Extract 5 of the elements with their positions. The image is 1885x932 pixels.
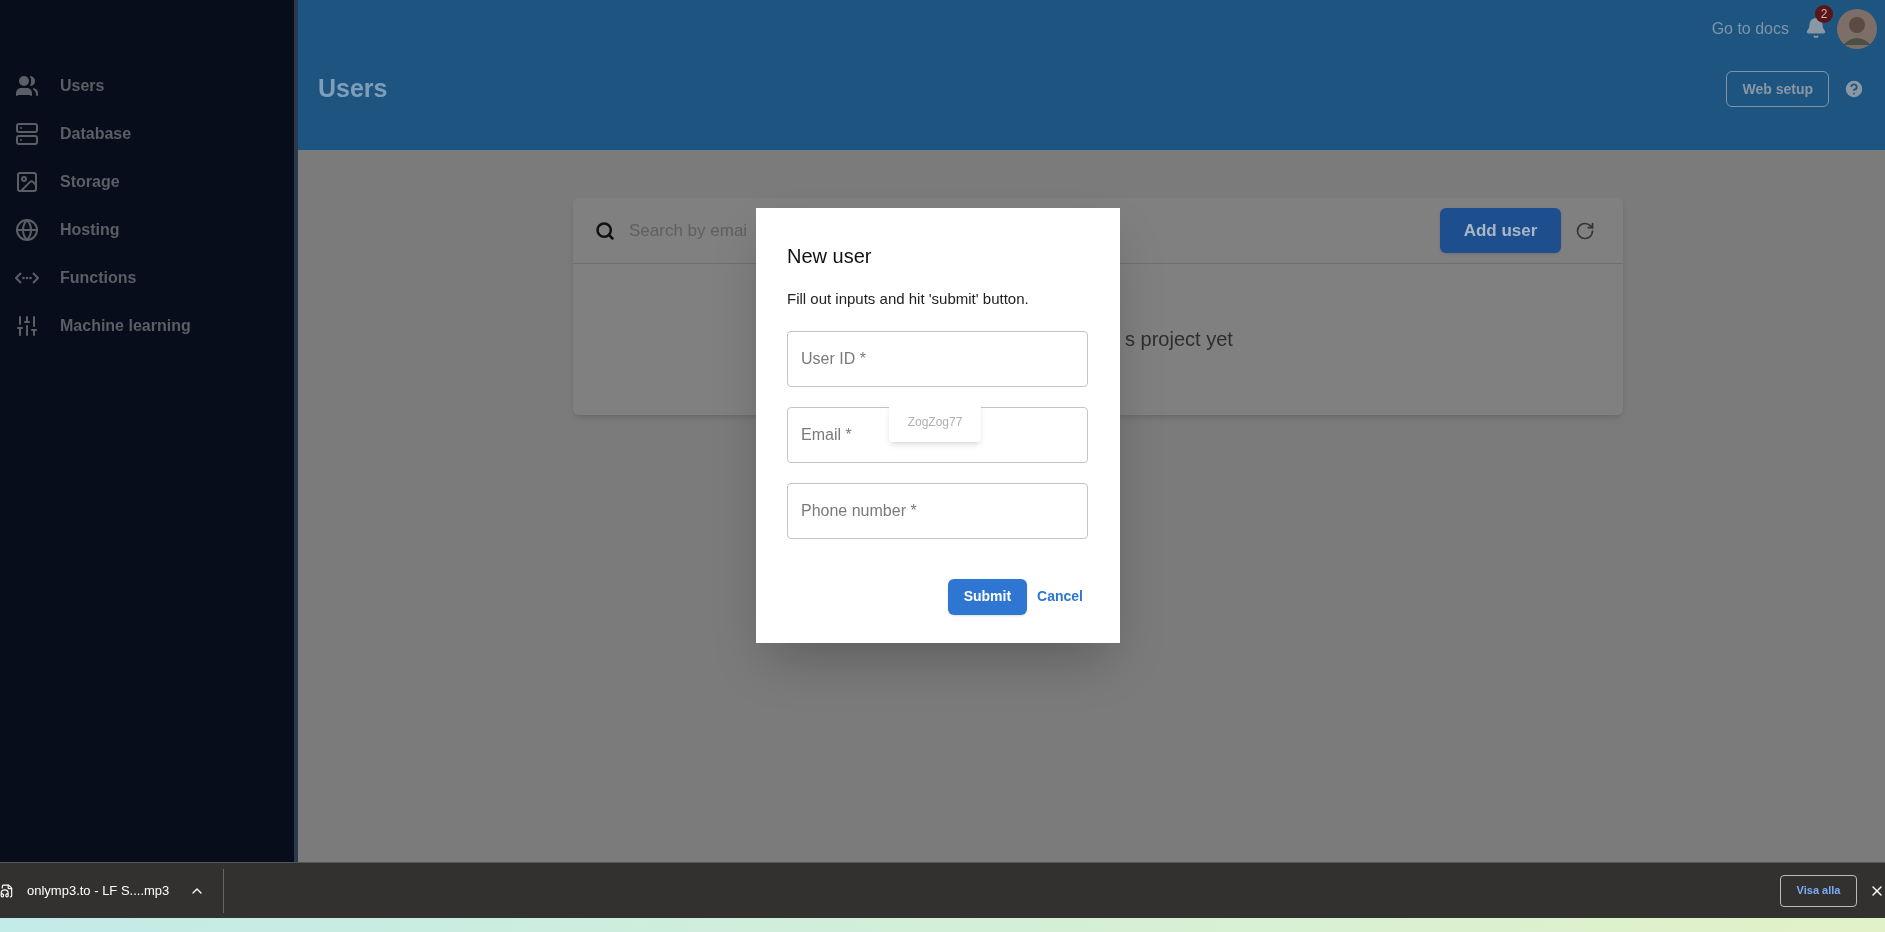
notification-badge: 2	[1815, 5, 1833, 23]
empty-message: s project yet	[1125, 328, 1233, 350]
dialog-description: Fill out inputs and hit 'submit' button.	[787, 289, 1030, 309]
page-title: Users	[318, 73, 388, 105]
dialog-title: New user	[787, 244, 873, 268]
